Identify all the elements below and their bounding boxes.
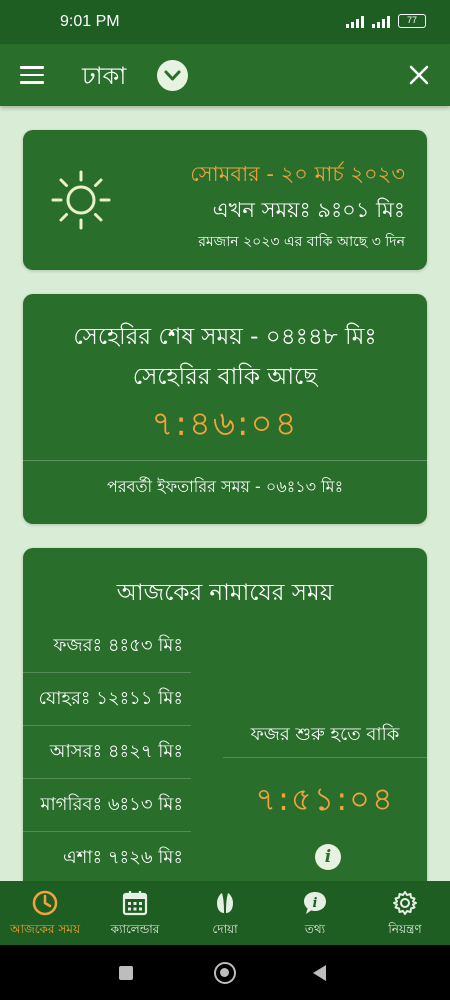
prayer-times-card: আজকের নামাযের সময় ফজরঃ ৪ঃ৫৩ মিঃ যোহরঃ ১… [23,548,427,900]
city-dropdown-button[interactable] [157,60,188,91]
nav-item-today[interactable]: আজকের সময় [0,881,90,945]
signal-icon-2 [372,14,390,28]
sehri-countdown: ৭:৪৬:০৪ [151,404,299,444]
praying-hands-icon [217,893,233,913]
prayer-row-isha: এশাঃ ৭ঃ২৬ মিঃ [62,847,183,868]
sehri-card: সেহেরির শেষ সময় - ০৪ঃ৪৮ মিঃ সেহেরির বাক… [23,294,427,524]
system-nav-bar [0,945,450,1000]
sehri-end-time: সেহেরির শেষ সময় - ০৪ঃ৪৮ মিঃ [73,324,377,350]
menu-icon[interactable] [20,66,44,84]
today-card: সোমবার - ২০ মার্চ ২০২৩ এখন সময়ঃ ৯ঃ০১ মি… [23,130,427,270]
status-time: 9:01 PM [60,13,120,30]
nav-label: দোয়া [212,922,238,936]
svg-text:i: i [313,896,318,911]
divider [23,460,427,461]
signal-icon [346,14,364,28]
nav-item-info[interactable]: i তথ্য [270,881,360,945]
recents-button[interactable] [119,966,133,980]
nav-label: আজকের সময় [9,922,81,936]
prayer-row-maghrib: মাগরিবঃ ৬ঃ১৩ মিঃ [23,779,191,832]
battery-icon: 77 [398,14,426,28]
status-icons: 77 [346,14,426,28]
nav-label: ক্যালেন্ডার [110,922,160,936]
sehri-remaining-label: সেহেরির বাকি আছে [132,364,318,390]
home-button[interactable] [214,962,236,984]
close-icon[interactable] [408,64,430,86]
clock-icon [32,890,58,916]
sun-icon [51,170,111,230]
ramadan-remaining-text: রমজান ২০২৩ এর বাকি আছে ৩ দিন [198,234,405,250]
info-icon[interactable]: i [315,844,341,870]
prayer-row-asr: আসরঃ ৪ঃ২৭ মিঃ [23,726,191,779]
prayer-row-dhuhr: যোহরঃ ১২ঃ১১ মিঃ [23,673,191,726]
back-button[interactable] [313,965,326,981]
prayer-list: ফজরঃ ৪ঃ৫৩ মিঃ যোহরঃ ১২ঃ১১ মিঃ আসরঃ ৪ঃ২৭ … [23,620,191,885]
current-time-text: এখন সময়ঃ ৯ঃ০১ মিঃ [212,198,405,222]
city-name[interactable]: ঢাকা [82,58,126,98]
fajr-remaining-label: ফজর শুরু হতে বাকি [250,724,400,745]
app-bar: ঢাকা [0,44,450,106]
info-bubble-icon: i [304,892,326,914]
divider [223,757,427,758]
fajr-countdown: ৭:৫১:০৪ [255,780,395,818]
nav-item-calendar[interactable]: ক্যালেন্ডার [90,881,180,945]
nav-label: নিয়ন্ত্রণ [388,922,422,936]
prayer-times-title: আজকের নামাযের সময় [116,580,334,606]
gear-icon [393,891,417,915]
status-bar: 9:01 PM 77 [0,0,450,44]
date-text: সোমবার - ২০ মার্চ ২০২৩ [190,162,405,186]
bottom-nav: আজকের সময় ক্যালেন্ডার দোয়া i তথ্য নিয়… [0,881,450,945]
next-iftar-time: পরবর্তী ইফতারির সময় - ০৬ঃ১৩ মিঃ [106,477,344,496]
prayer-row-fajr: ফজরঃ ৪ঃ৫৩ মিঃ [23,620,191,673]
nav-item-settings[interactable]: নিয়ন্ত্রণ [360,881,450,945]
nav-item-dua[interactable]: দোয়া [180,881,270,945]
chevron-down-icon [164,70,181,81]
nav-label: তথ্য [304,922,326,936]
calendar-icon [122,891,148,916]
